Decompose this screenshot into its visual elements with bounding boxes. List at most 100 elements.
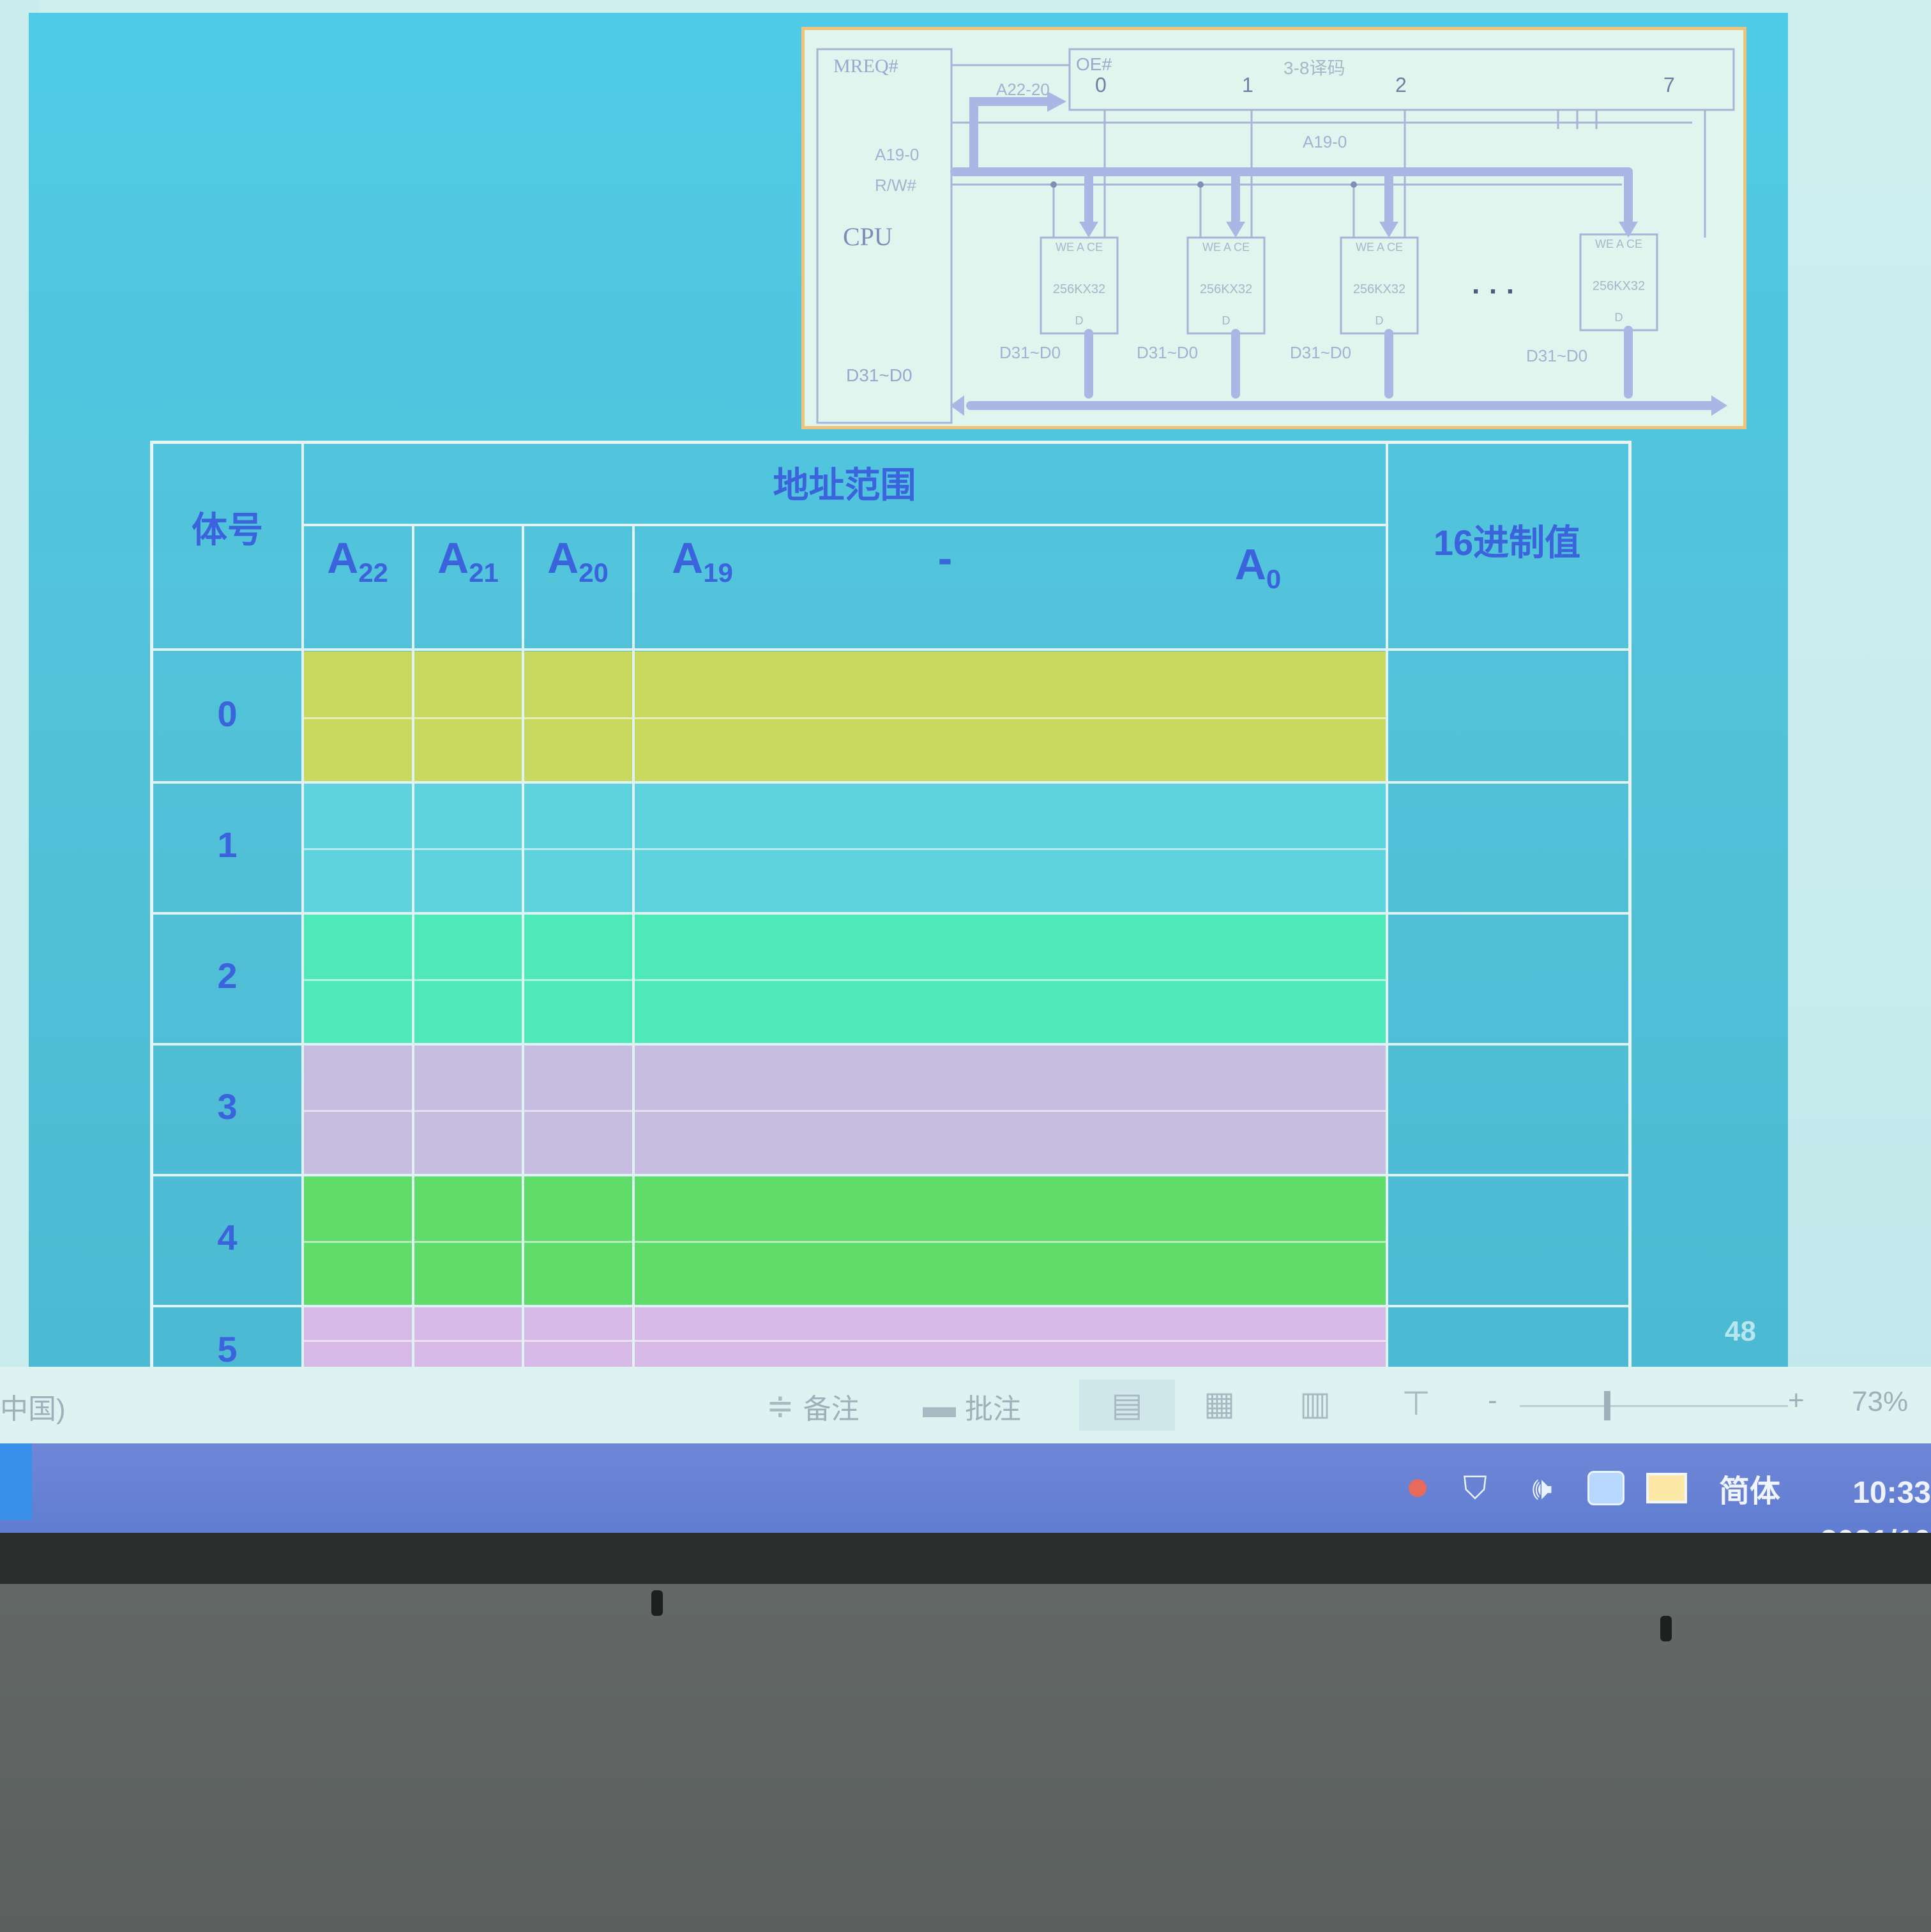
wall-below-screen [0,1584,1931,1932]
mreq-label: MREQ# [833,56,898,77]
projected-screen: MREQ# OE# 3-8译码 0 1 2 7 A22-20 A19-0 A19… [0,0,1931,1558]
security-shield-icon[interactable]: ⛉ [1456,1469,1494,1507]
monitor-icon [1646,1473,1687,1503]
bank-5-midline [303,1339,1386,1342]
zoom-slider-thumb[interactable] [1604,1391,1610,1420]
zoom-level[interactable]: 73% [1852,1386,1908,1418]
app-tray-icon[interactable] [1587,1469,1625,1507]
presentation-status-bar: 中国) ≑ 备注 ▬ 批注 ▤ ▦ ▥ ⊤ - + 73% [0,1367,1931,1443]
high-address-label: A22-20 [996,80,1050,99]
slide: MREQ# OE# 3-8译码 0 1 2 7 A22-20 A19-0 A19… [29,13,1788,1373]
chip-1-bus-label: D31~D0 [1137,343,1199,362]
chip-1-data-pin: D [1222,314,1231,327]
comments-button[interactable]: ▬ 批注 [923,1386,1021,1427]
oe-label: OE# [1076,54,1112,74]
bank-4-midline [303,1240,1386,1243]
bank-label-5: 5 [217,1329,238,1369]
volume-icon[interactable]: 🕪 [1517,1469,1568,1507]
record-icon [1409,1479,1427,1497]
address-bus-label: A19-0 [1303,132,1347,151]
bank-label-3: 3 [217,1086,238,1127]
notes-icon: ≑ [766,1388,794,1425]
slide-sorter-view-button[interactable]: ▦ [1204,1385,1235,1423]
addr-header-a0: A0 [1234,540,1282,594]
chip-0-bus-label: D31~D0 [999,343,1061,362]
low-address-label: A19-0 [875,145,920,164]
bank-1-row-fill [303,782,1386,913]
ime-indicator[interactable]: 简体 [1711,1469,1788,1509]
chip-2-label: 256KX32 [1352,282,1406,296]
rw-label: R/W# [875,176,916,195]
reading-view-icon: ▥ [1299,1385,1331,1422]
address-range-header: 地址范围 [773,465,916,505]
row-line-1 [153,781,1628,784]
notes-label: 备注 [803,1394,859,1425]
chip-0-pins: WE A CE [1055,241,1103,254]
addr-header-a20: A20 [547,534,609,588]
addr-header-a22: A22 [327,534,388,588]
bank-0-row-fill [303,651,1386,782]
decoder-label: 3-8译码 [1284,58,1345,78]
mount-hook-left [651,1590,663,1616]
screen-bezel [0,1533,1931,1584]
reading-view-button[interactable]: ▥ [1299,1385,1331,1423]
mount-hook-right [1660,1616,1672,1641]
chip-7-pins: WE A CE [1594,238,1643,250]
decoder-output-7: 7 [1663,73,1675,96]
bank-2-row-fill [303,913,1386,1044]
bank-label-1: 1 [217,825,238,865]
cpu-data-label: D31~D0 [846,365,912,385]
chip-0-data-pin: D [1075,314,1084,327]
chip-0-label: 256KX32 [1052,282,1106,296]
bank-column-header: 体号 [192,510,263,550]
cpu-label: CPU [843,222,893,251]
zoom-out-button[interactable]: - [1488,1385,1497,1417]
language-indicator[interactable]: 中国) [0,1386,66,1427]
decoder-output-1: 1 [1242,73,1253,96]
chip-1-label: 256KX32 [1199,282,1253,296]
clock-time: 10:33 [1852,1476,1931,1510]
badge-icon [1587,1471,1624,1505]
zoom-in-button[interactable]: + [1788,1385,1805,1417]
bank-4-row-fill [303,1175,1386,1306]
a20-column-line [632,524,635,1373]
slideshow-button[interactable]: ⊤ [1402,1385,1430,1423]
slideshow-icon: ⊤ [1402,1385,1431,1422]
normal-view-button[interactable]: ▤ [1079,1380,1175,1431]
row-line-2 [153,912,1628,915]
bank-3-midline [303,1109,1386,1112]
address-range-table: 体号 地址范围 16进制值 A22 A21 A20 A19 - A0 0 1 2… [150,441,1632,1373]
range-column-line [1386,444,1388,1373]
active-app-indicator[interactable] [0,1443,32,1520]
network-icon[interactable] [1644,1469,1689,1507]
a21-column-line [522,524,524,1373]
row-line-5 [153,1305,1628,1307]
addr-header-dash: - [937,534,953,582]
zoom-slider-track[interactable] [1520,1405,1788,1407]
chip-1-pins: WE A CE [1202,241,1250,254]
memory-organization-diagram: MREQ# OE# 3-8译码 0 1 2 7 A22-20 A19-0 A19… [801,27,1746,429]
a22-column-line [412,524,414,1373]
chip-7-bus-label: D31~D0 [1526,346,1588,365]
notification-icon[interactable] [1398,1469,1437,1507]
decoder-output-0: 0 [1095,73,1107,96]
row-line-3 [153,1043,1628,1046]
bank-label-4: 4 [217,1217,238,1258]
bank-1-midline [303,848,1386,850]
chip-2-data-pin: D [1375,314,1384,327]
bank-label-2: 2 [217,955,238,996]
chip-7-data-pin: D [1614,311,1623,324]
bank-2-midline [303,978,1386,981]
chip-7-label: 256KX32 [1592,279,1646,293]
bank-label-0: 0 [217,694,238,734]
bank-3-row-fill [303,1044,1386,1175]
addr-header-a19: A19 [672,534,733,588]
slide-page-number: 48 [1725,1316,1756,1347]
notes-button[interactable]: ≑ 备注 [766,1386,859,1427]
header-bottom-line [153,648,1628,651]
slide-sorter-icon: ▦ [1204,1385,1236,1422]
header-divider [303,524,1386,526]
decoder-output-2: 2 [1395,73,1407,96]
chip-2-pins: WE A CE [1355,241,1404,254]
normal-view-icon: ▤ [1111,1387,1143,1424]
